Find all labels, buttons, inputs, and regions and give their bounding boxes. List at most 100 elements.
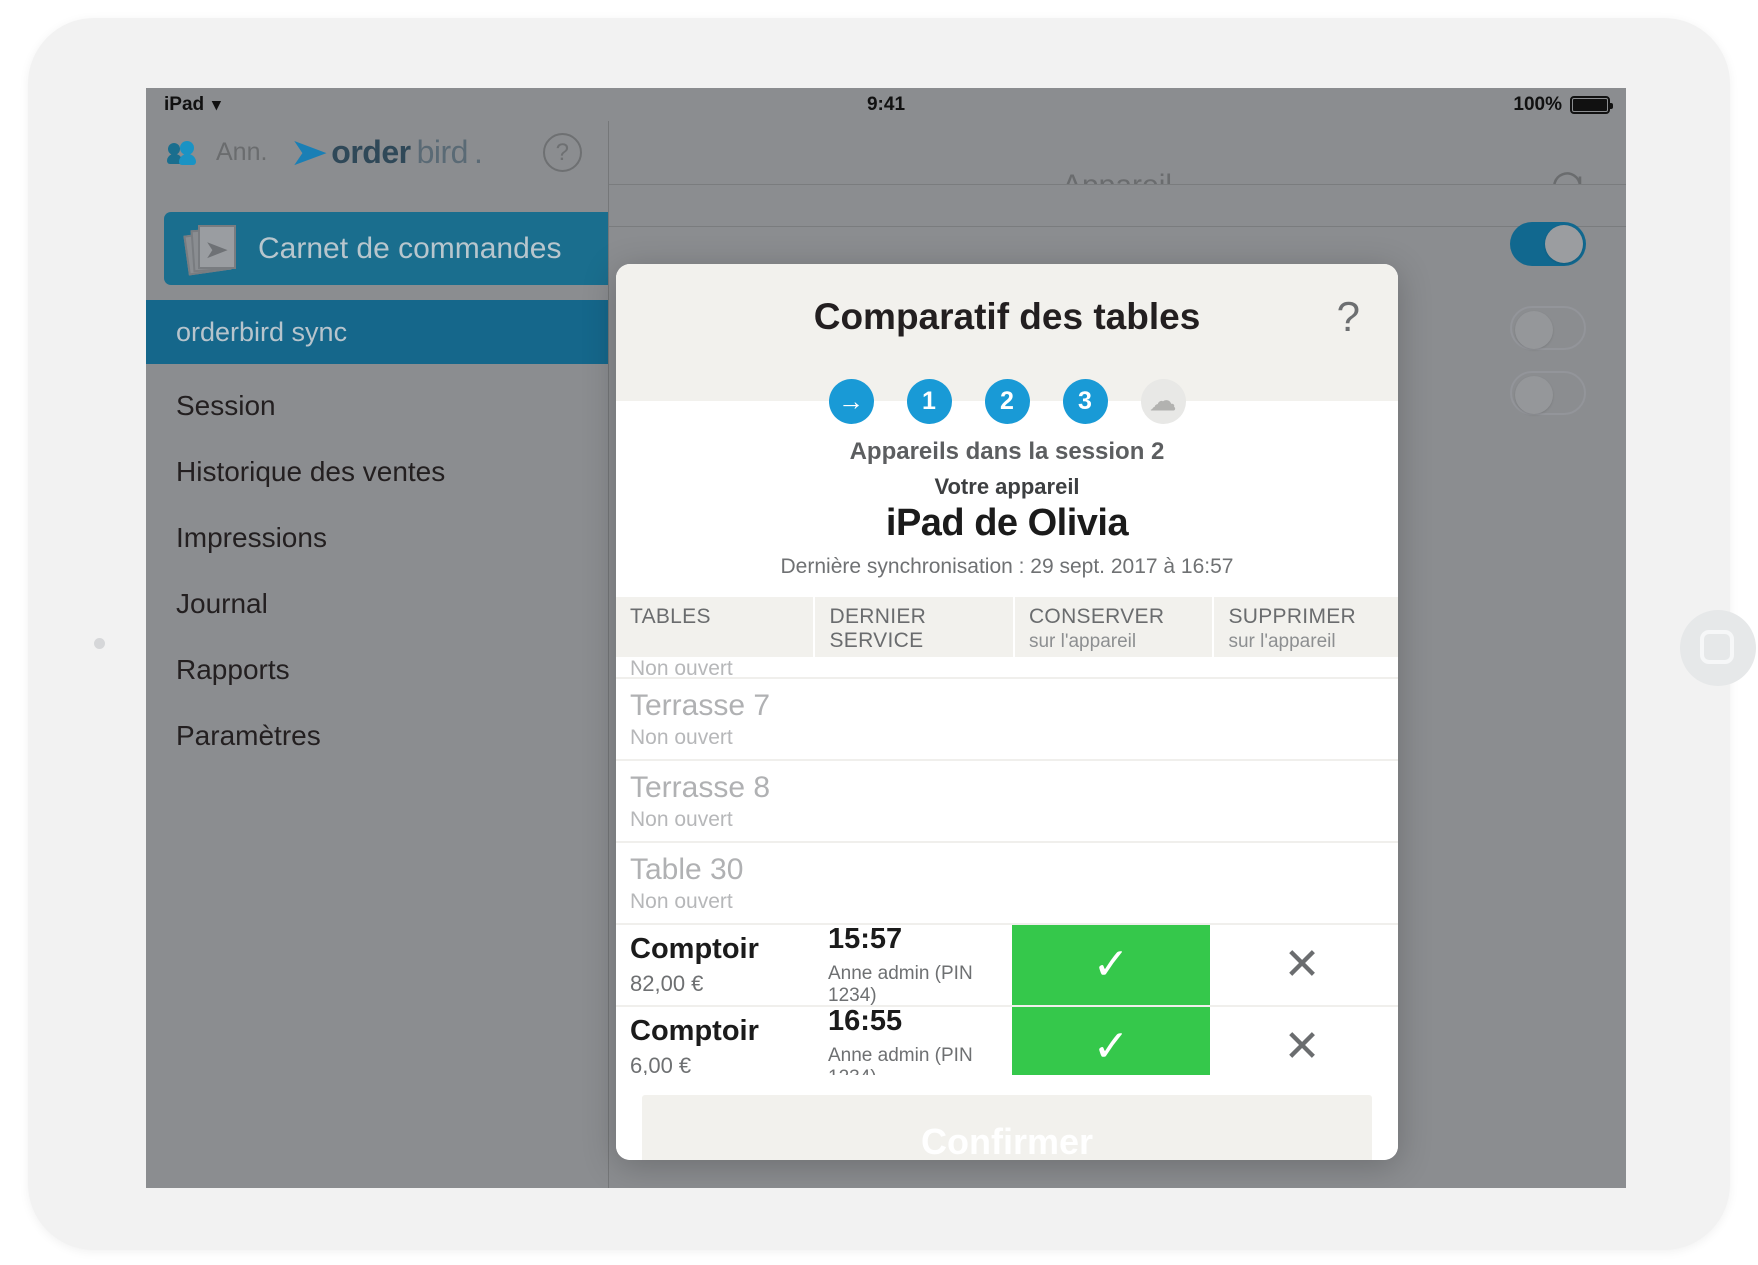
- table-name: Terrasse 8: [630, 770, 771, 804]
- cell-delete[interactable]: [1210, 679, 1394, 759]
- sidebar-item-impressions[interactable]: Impressions: [146, 506, 608, 570]
- cell-delete[interactable]: ✕: [1210, 925, 1394, 1005]
- x-icon: ✕: [1283, 1022, 1321, 1071]
- sidebar-item-label: Rapports: [176, 654, 290, 685]
- column-header-sub: sur l'appareil: [1028, 631, 1137, 652]
- step-3[interactable]: 3: [1062, 378, 1108, 424]
- delete-button[interactable]: ✕: [1210, 1007, 1394, 1075]
- table-name: Terrasse 7: [630, 688, 771, 722]
- column-header-supprimer: SUPPRIMER sur l'appareil: [1214, 597, 1398, 657]
- sidebar-order-book-button[interactable]: ➤ Carnet de commandes: [164, 212, 608, 285]
- step-1[interactable]: 1: [906, 378, 952, 424]
- cell-last-service: [814, 761, 1012, 841]
- sync-stepper: → 1 2 3 ☁: [616, 370, 1398, 432]
- column-header-main: TABLES: [630, 605, 711, 628]
- table-row[interactable]: Non ouvert: [616, 657, 1398, 679]
- cell-table-name: Terrasse 8 Non ouvert: [616, 761, 814, 841]
- cell-delete[interactable]: [1210, 843, 1394, 923]
- cell-delete[interactable]: [1210, 657, 1394, 677]
- column-header-conserver: CONSERVER sur l'appareil: [1014, 597, 1213, 657]
- sidebar-item-parametres[interactable]: Paramètres: [146, 704, 608, 768]
- settings-toggle-1[interactable]: [1510, 222, 1586, 266]
- column-header-main: DERNIER SERVICE: [829, 605, 927, 652]
- table-row[interactable]: Comptoir 6,00 € 16:55 Anne admin (PIN 12…: [616, 1005, 1398, 1075]
- sidebar-item-label: Paramètres: [176, 720, 321, 751]
- confirm-button-area: Confirmer: [616, 1075, 1398, 1160]
- device-name: iPad de Olivia: [885, 502, 1129, 544]
- home-button[interactable]: [1680, 610, 1756, 686]
- sidebar-item-orderbird-sync[interactable]: orderbird sync: [146, 300, 608, 364]
- help-icon[interactable]: ?: [542, 133, 582, 172]
- table-row[interactable]: Table 30 Non ouvert: [616, 843, 1398, 925]
- ios-status-bar: iPad ▾ 9:41 100%: [146, 88, 1626, 121]
- cell-table-name: Comptoir 6,00 €: [616, 1007, 814, 1075]
- sidebar-item-label-sync: orderbird sync: [176, 316, 348, 347]
- cell-keep[interactable]: [1012, 761, 1210, 841]
- home-button-square-icon: [1700, 630, 1734, 664]
- ipad-screen: iPad ▾ 9:41 100% Ann. ➤ order bird . ? ➤…: [146, 88, 1626, 1188]
- column-header-tables: TABLES: [616, 597, 814, 657]
- table-row[interactable]: Terrasse 8 Non ouvert: [616, 761, 1398, 843]
- sidebar-item-journal[interactable]: Journal: [146, 572, 608, 636]
- step-2[interactable]: 2: [984, 378, 1030, 424]
- comparison-table-body[interactable]: Non ouvert Terrasse 7 Non ouvert Terrass…: [616, 657, 1398, 1075]
- cell-last-service: 16:55 Anne admin (PIN 1234): [814, 1005, 1012, 1075]
- column-header-main: CONSERVER: [1028, 605, 1165, 628]
- keep-selected-button[interactable]: ✓: [1012, 925, 1210, 1005]
- cell-table-name: Table 30 Non ouvert: [616, 843, 814, 923]
- battery-percent-label: 100%: [1513, 93, 1562, 115]
- sidebar-item-rapports[interactable]: Rapports: [146, 638, 608, 702]
- cell-keep[interactable]: [1012, 679, 1210, 759]
- delete-button[interactable]: ✕: [1210, 925, 1394, 1005]
- service-time: 15:57: [828, 923, 903, 955]
- your-device-label: Votre appareil: [934, 474, 1080, 499]
- service-waiter: Anne admin (PIN 1234): [828, 1045, 973, 1075]
- column-header-main: SUPPRIMER: [1228, 605, 1357, 628]
- front-camera: [94, 638, 105, 649]
- comparison-table-header: TABLES DERNIER SERVICE CONSERVER sur l'a…: [616, 597, 1398, 657]
- table-status: Non ouvert: [630, 657, 733, 679]
- modal-title: Comparatif des tables: [813, 296, 1201, 337]
- settings-toggle-3[interactable]: [1510, 371, 1586, 415]
- orderbird-logo: ➤ order bird .: [289, 134, 483, 172]
- cell-table-name: Non ouvert: [616, 657, 814, 677]
- check-icon: ✓: [1092, 940, 1130, 989]
- keep-selected-button[interactable]: ✓: [1012, 1007, 1210, 1075]
- cell-delete[interactable]: [1210, 761, 1394, 841]
- sidebar-item-label: Journal: [176, 588, 268, 619]
- sidebar-item-label: Impressions: [176, 522, 327, 553]
- brand-dot-text: .: [473, 134, 483, 170]
- step-arrow-icon[interactable]: →: [828, 378, 874, 424]
- cell-keep[interactable]: [1012, 843, 1210, 923]
- cell-delete[interactable]: ✕: [1210, 1007, 1394, 1075]
- cell-table-name: Comptoir 82,00 €: [616, 925, 814, 1005]
- table-amount: 6,00 €: [630, 1053, 692, 1075]
- app-bar-left-group: Ann. ➤ order bird . ?: [167, 121, 582, 184]
- current-user-label[interactable]: Ann.: [216, 138, 267, 167]
- confirm-button[interactable]: Confirmer: [642, 1095, 1372, 1160]
- table-status: Non ouvert: [630, 725, 733, 749]
- modal-help-icon[interactable]: ?: [1337, 293, 1360, 341]
- sidebar-item-session[interactable]: Session: [146, 374, 608, 438]
- order-book-icon: ➤: [183, 224, 238, 275]
- device-info-block: Appareils dans la session 2 Votre appare…: [616, 432, 1398, 597]
- cell-table-name: Terrasse 7 Non ouvert: [616, 679, 814, 759]
- table-comparison-modal: Comparatif des tables ? → 1 2 3 ☁ Appare…: [616, 264, 1398, 1160]
- orderbird-bird-icon: ➤: [289, 131, 330, 174]
- battery-full-icon: [1570, 95, 1613, 114]
- users-icon[interactable]: [167, 140, 202, 165]
- sidebar-item-label: Historique des ventes: [176, 456, 446, 487]
- table-status: Non ouvert: [630, 807, 733, 831]
- cell-keep[interactable]: ✓: [1012, 1007, 1210, 1075]
- table-row[interactable]: Comptoir 82,00 € 15:57 Anne admin (PIN 1…: [616, 923, 1398, 1007]
- service-waiter: Anne admin (PIN 1234): [828, 963, 973, 1006]
- modal-header: Comparatif des tables ?: [616, 264, 1398, 370]
- session-label: Appareils dans la session 2: [849, 438, 1165, 465]
- cell-keep[interactable]: [1012, 657, 1210, 677]
- cell-keep[interactable]: ✓: [1012, 925, 1210, 1005]
- sidebar: ➤ Carnet de commandes orderbird sync Ses…: [146, 184, 608, 1188]
- settings-toggle-2[interactable]: [1510, 306, 1586, 350]
- cell-last-service: [814, 657, 1012, 677]
- sidebar-item-historique-des-ventes[interactable]: Historique des ventes: [146, 440, 608, 504]
- table-row[interactable]: Terrasse 7 Non ouvert: [616, 679, 1398, 761]
